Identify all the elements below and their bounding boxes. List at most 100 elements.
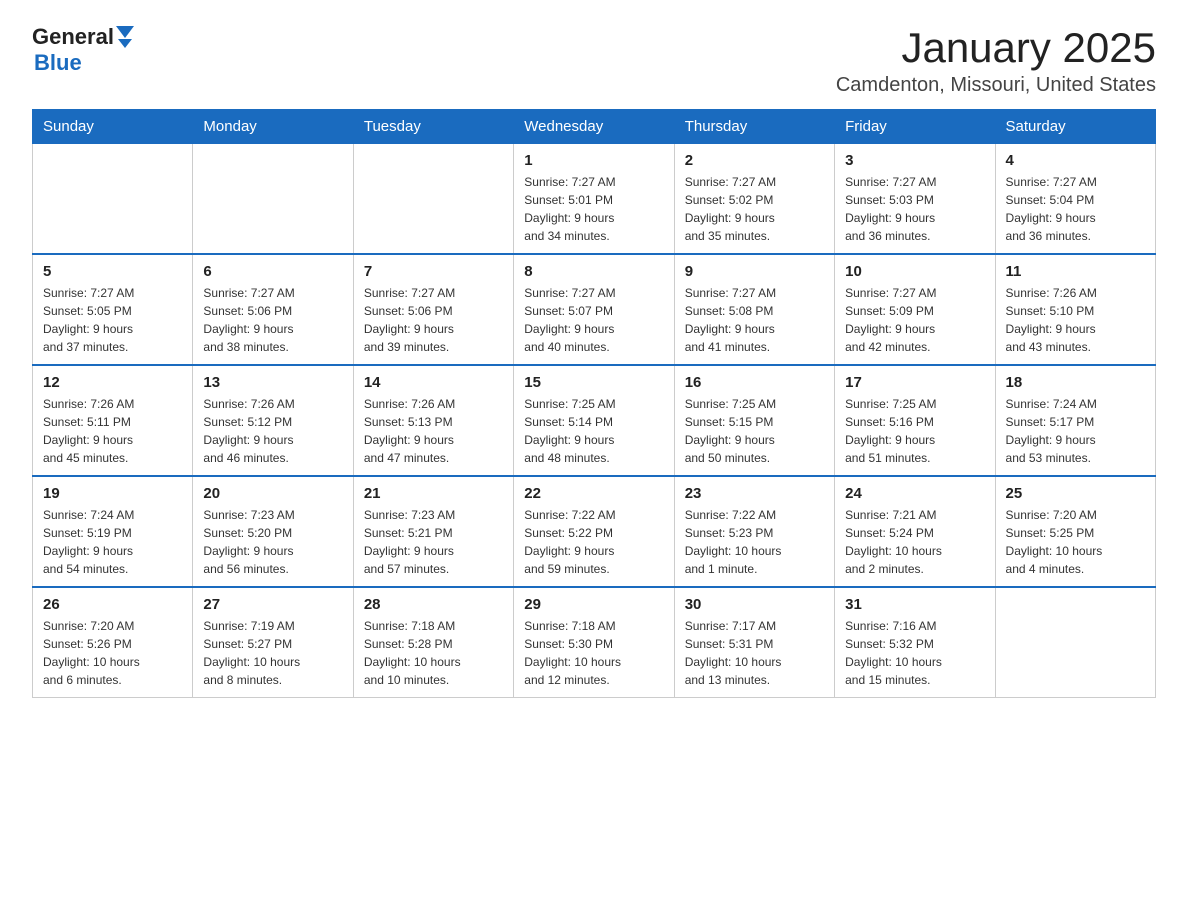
day-info: Sunrise: 7:17 AM Sunset: 5:31 PM Dayligh… — [685, 617, 824, 689]
calendar-cell: 21 Sunrise: 7:23 AM Sunset: 5:21 PM Dayli… — [353, 476, 513, 587]
calendar-cell: 3Sunrise: 7:27 AM Sunset: 5:03 PM Daylig… — [835, 144, 995, 255]
day-info: Sunrise: 7:26 AM Sunset: 5:13 PM Dayligh… — [364, 395, 503, 467]
day-info: Sunrise: 7:16 AM Sunset: 5:32 PM Dayligh… — [845, 617, 984, 689]
day-number: 10 — [845, 263, 984, 280]
day-info: Sunrise: 7:26 AM Sunset: 5:11 PM Dayligh… — [43, 395, 182, 467]
week-row-3: 12 Sunrise: 7:26 AM Sunset: 5:11 PM Dayli… — [33, 365, 1156, 476]
day-number: 9 — [685, 263, 824, 280]
day-info: Sunrise: 7:27 AM Sunset: 5:09 PM Dayligh… — [845, 284, 984, 356]
day-info: Sunrise: 7:23 AM Sunset: 5:20 PM Dayligh… — [203, 506, 342, 578]
day-info: Sunrise: 7:20 AM Sunset: 5:25 PM Dayligh… — [1006, 506, 1145, 578]
month-title: January 2025 — [836, 24, 1156, 72]
day-number: 13 — [203, 374, 342, 391]
calendar-cell: 27Sunrise: 7:19 AM Sunset: 5:27 PM Dayli… — [193, 587, 353, 698]
day-info: Sunrise: 7:26 AM Sunset: 5:12 PM Dayligh… — [203, 395, 342, 467]
day-number: 22 — [524, 485, 663, 502]
logo-blue: Blue — [34, 50, 82, 76]
day-number: 26 — [43, 596, 182, 613]
calendar-cell: 25Sunrise: 7:20 AM Sunset: 5:25 PM Dayli… — [995, 476, 1155, 587]
calendar-cell: 9 Sunrise: 7:27 AM Sunset: 5:08 PM Daylig… — [674, 254, 834, 365]
day-number: 4 — [1006, 152, 1145, 169]
calendar-cell: 4 Sunrise: 7:27 AM Sunset: 5:04 PM Daylig… — [995, 144, 1155, 255]
day-number: 24 — [845, 485, 984, 502]
weekday-header-wednesday: Wednesday — [514, 110, 674, 144]
calendar-cell: 5 Sunrise: 7:27 AM Sunset: 5:05 PM Daylig… — [33, 254, 193, 365]
day-number: 7 — [364, 263, 503, 280]
day-info: Sunrise: 7:21 AM Sunset: 5:24 PM Dayligh… — [845, 506, 984, 578]
day-info: Sunrise: 7:23 AM Sunset: 5:21 PM Dayligh… — [364, 506, 503, 578]
day-number: 11 — [1006, 263, 1145, 280]
calendar-table: SundayMondayTuesdayWednesdayThursdayFrid… — [32, 109, 1156, 698]
day-number: 28 — [364, 596, 503, 613]
day-number: 20 — [203, 485, 342, 502]
calendar-cell: 29 Sunrise: 7:18 AM Sunset: 5:30 PM Dayli… — [514, 587, 674, 698]
week-row-5: 26 Sunrise: 7:20 AM Sunset: 5:26 PM Dayli… — [33, 587, 1156, 698]
calendar-cell: 8Sunrise: 7:27 AM Sunset: 5:07 PM Daylig… — [514, 254, 674, 365]
day-number: 29 — [524, 596, 663, 613]
weekday-header-row: SundayMondayTuesdayWednesdayThursdayFrid… — [33, 110, 1156, 144]
calendar-cell: 30 Sunrise: 7:17 AM Sunset: 5:31 PM Dayli… — [674, 587, 834, 698]
calendar-cell: 11 Sunrise: 7:26 AM Sunset: 5:10 PM Dayli… — [995, 254, 1155, 365]
week-row-4: 19 Sunrise: 7:24 AM Sunset: 5:19 PM Dayli… — [33, 476, 1156, 587]
calendar-cell: 24 Sunrise: 7:21 AM Sunset: 5:24 PM Dayli… — [835, 476, 995, 587]
day-number: 21 — [364, 485, 503, 502]
calendar-cell: 18Sunrise: 7:24 AM Sunset: 5:17 PM Dayli… — [995, 365, 1155, 476]
day-info: Sunrise: 7:27 AM Sunset: 5:08 PM Dayligh… — [685, 284, 824, 356]
calendar-cell: 16 Sunrise: 7:25 AM Sunset: 5:15 PM Dayli… — [674, 365, 834, 476]
day-info: Sunrise: 7:27 AM Sunset: 5:04 PM Dayligh… — [1006, 173, 1145, 245]
calendar-cell: 31Sunrise: 7:16 AM Sunset: 5:32 PM Dayli… — [835, 587, 995, 698]
day-info: Sunrise: 7:27 AM Sunset: 5:07 PM Dayligh… — [524, 284, 663, 356]
location-title: Camdenton, Missouri, United States — [836, 74, 1156, 97]
calendar-cell — [33, 144, 193, 255]
calendar-cell: 28 Sunrise: 7:18 AM Sunset: 5:28 PM Dayli… — [353, 587, 513, 698]
weekday-header-friday: Friday — [835, 110, 995, 144]
day-info: Sunrise: 7:24 AM Sunset: 5:19 PM Dayligh… — [43, 506, 182, 578]
day-number: 12 — [43, 374, 182, 391]
page-header: General Blue January 2025 Camdenton, Mis… — [32, 24, 1156, 97]
day-info: Sunrise: 7:26 AM Sunset: 5:10 PM Dayligh… — [1006, 284, 1145, 356]
weekday-header-saturday: Saturday — [995, 110, 1155, 144]
day-info: Sunrise: 7:27 AM Sunset: 5:02 PM Dayligh… — [685, 173, 824, 245]
day-info: Sunrise: 7:27 AM Sunset: 5:06 PM Dayligh… — [203, 284, 342, 356]
calendar-cell — [353, 144, 513, 255]
day-info: Sunrise: 7:27 AM Sunset: 5:06 PM Dayligh… — [364, 284, 503, 356]
weekday-header-sunday: Sunday — [33, 110, 193, 144]
day-info: Sunrise: 7:27 AM Sunset: 5:01 PM Dayligh… — [524, 173, 663, 245]
calendar-cell: 22Sunrise: 7:22 AM Sunset: 5:22 PM Dayli… — [514, 476, 674, 587]
day-number: 16 — [685, 374, 824, 391]
calendar-cell: 13 Sunrise: 7:26 AM Sunset: 5:12 PM Dayli… — [193, 365, 353, 476]
day-number: 18 — [1006, 374, 1145, 391]
day-number: 1 — [524, 152, 663, 169]
day-number: 5 — [43, 263, 182, 280]
calendar-cell: 17 Sunrise: 7:25 AM Sunset: 5:16 PM Dayli… — [835, 365, 995, 476]
day-info: Sunrise: 7:22 AM Sunset: 5:23 PM Dayligh… — [685, 506, 824, 578]
day-number: 23 — [685, 485, 824, 502]
weekday-header-tuesday: Tuesday — [353, 110, 513, 144]
day-info: Sunrise: 7:20 AM Sunset: 5:26 PM Dayligh… — [43, 617, 182, 689]
day-info: Sunrise: 7:25 AM Sunset: 5:16 PM Dayligh… — [845, 395, 984, 467]
day-number: 2 — [685, 152, 824, 169]
day-number: 3 — [845, 152, 984, 169]
day-number: 14 — [364, 374, 503, 391]
day-number: 19 — [43, 485, 182, 502]
weekday-header-thursday: Thursday — [674, 110, 834, 144]
calendar-cell: 19 Sunrise: 7:24 AM Sunset: 5:19 PM Dayli… — [33, 476, 193, 587]
day-info: Sunrise: 7:18 AM Sunset: 5:30 PM Dayligh… — [524, 617, 663, 689]
calendar-cell: 12 Sunrise: 7:26 AM Sunset: 5:11 PM Dayli… — [33, 365, 193, 476]
day-info: Sunrise: 7:27 AM Sunset: 5:05 PM Dayligh… — [43, 284, 182, 356]
calendar-cell: 26 Sunrise: 7:20 AM Sunset: 5:26 PM Dayli… — [33, 587, 193, 698]
day-info: Sunrise: 7:18 AM Sunset: 5:28 PM Dayligh… — [364, 617, 503, 689]
day-number: 30 — [685, 596, 824, 613]
day-info: Sunrise: 7:25 AM Sunset: 5:15 PM Dayligh… — [685, 395, 824, 467]
day-info: Sunrise: 7:25 AM Sunset: 5:14 PM Dayligh… — [524, 395, 663, 467]
calendar-cell: 2 Sunrise: 7:27 AM Sunset: 5:02 PM Daylig… — [674, 144, 834, 255]
day-number: 15 — [524, 374, 663, 391]
day-number: 6 — [203, 263, 342, 280]
calendar-cell: 10 Sunrise: 7:27 AM Sunset: 5:09 PM Dayli… — [835, 254, 995, 365]
day-number: 27 — [203, 596, 342, 613]
calendar-cell: 15 Sunrise: 7:25 AM Sunset: 5:14 PM Dayli… — [514, 365, 674, 476]
weekday-header-monday: Monday — [193, 110, 353, 144]
calendar-cell: 7 Sunrise: 7:27 AM Sunset: 5:06 PM Daylig… — [353, 254, 513, 365]
title-block: January 2025 Camdenton, Missouri, United… — [836, 24, 1156, 97]
day-number: 17 — [845, 374, 984, 391]
